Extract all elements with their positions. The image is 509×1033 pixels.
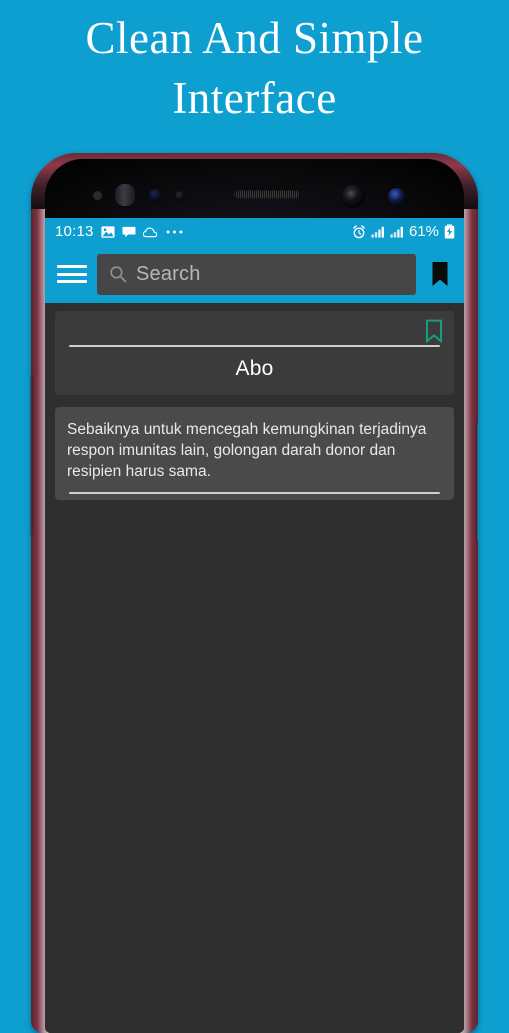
front-camera-icon: [341, 184, 365, 208]
cloud-icon: [142, 226, 159, 238]
app-bar: Search: [45, 245, 464, 303]
battery-percent-label: 61%: [408, 223, 439, 240]
battery-charging-icon: [444, 224, 455, 239]
hamburger-menu-icon[interactable]: [57, 263, 87, 285]
status-bar: 10:13 61%: [45, 218, 464, 245]
content-area: Abo Sebaiknya untuk mencegah kemungkinan…: [45, 303, 464, 500]
power-button[interactable]: [474, 423, 479, 541]
hamburger-line: [57, 265, 87, 268]
search-icon: [109, 265, 127, 283]
phone-device: 10:13 61% Search Abo Sebaiknya untuk men…: [29, 153, 479, 1033]
led-indicator-icon: [175, 191, 185, 201]
volume-button[interactable]: [29, 375, 34, 535]
signal-bars-icon: [390, 226, 404, 238]
bookmark-outline-icon[interactable]: [424, 319, 444, 348]
light-sensor-icon: [149, 189, 162, 202]
phone-glass: 10:13 61% Search Abo Sebaiknya untuk men…: [45, 159, 464, 1033]
signal-bars-icon: [371, 226, 385, 238]
status-clock: 10:13: [55, 223, 94, 240]
earpiece-speaker: [234, 190, 300, 199]
phone-top-bezel: [45, 159, 464, 218]
alarm-icon: [352, 224, 366, 239]
hamburger-line: [57, 280, 87, 283]
card-header: [65, 319, 444, 344]
hamburger-line: [57, 272, 87, 276]
secondary-camera-icon: [388, 188, 405, 205]
card-title: Abo: [235, 357, 274, 380]
proximity-sensor-icon: [93, 191, 102, 200]
status-bar-right: 61%: [352, 223, 455, 240]
card-body-text: Sebaiknya untuk mencegah kemungkinan ter…: [67, 421, 427, 480]
status-bar-left: 10:13: [55, 223, 352, 240]
search-input[interactable]: Search: [97, 253, 416, 295]
message-icon: [122, 225, 136, 239]
search-placeholder: Search: [136, 262, 201, 285]
list-item[interactable]: Sebaiknya untuk mencegah kemungkinan ter…: [55, 407, 454, 500]
phone-screen: 10:13 61% Search Abo Sebaiknya untuk men…: [45, 218, 464, 1033]
page-title: Clean And Simple Interface: [85, 13, 424, 123]
image-icon: [100, 225, 115, 239]
divider: [69, 492, 440, 494]
more-dots-icon: [166, 229, 183, 235]
list-item[interactable]: Abo: [55, 311, 454, 395]
bookmark-filled-icon[interactable]: [426, 259, 454, 289]
iris-sensor-icon: [115, 184, 135, 206]
